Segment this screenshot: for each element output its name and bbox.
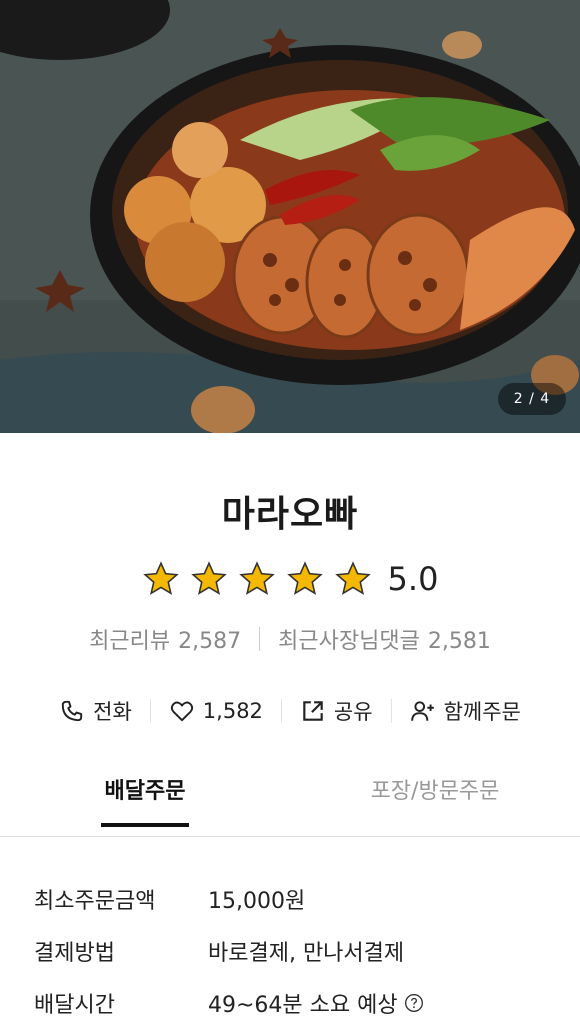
order-type-tabs: 배달주문 포장/방문주문	[0, 773, 580, 837]
tab-label: 포장/방문주문	[370, 779, 500, 804]
group-order-button[interactable]: 함께주문	[392, 696, 539, 726]
star-icon	[286, 561, 323, 595]
add-person-icon	[410, 701, 434, 721]
divider	[259, 627, 261, 651]
store-name: 마라오빠	[221, 494, 359, 535]
group-order-label: 함께주문	[443, 700, 521, 724]
share-icon	[303, 701, 323, 721]
delivery-time-value: 49~64분 소요 예상	[208, 993, 398, 1018]
help-icon[interactable]	[404, 993, 424, 1013]
store-info: 최소주문금액 15,000원 결제방법 바로결제, 만나서결제 배달시간 49~…	[0, 837, 580, 1029]
min-order-label: 최소주문금액	[34, 889, 156, 914]
tab-pickup-order[interactable]: 포장/방문주문	[290, 773, 580, 836]
tab-label: 배달주문	[100, 773, 190, 827]
recent-reviews-link[interactable]: 최근리뷰 2,587	[89, 623, 241, 655]
star-icon	[238, 561, 275, 595]
owner-replies-link[interactable]: 최근사장님댓글 2,581	[278, 623, 491, 655]
rating-score: 5.0	[387, 560, 439, 598]
min-order-value: 15,000원	[208, 889, 306, 914]
phone-icon	[61, 700, 83, 722]
star-rating	[142, 560, 372, 598]
payment-label: 결제방법	[34, 941, 115, 966]
info-row-min-order: 최소주문금액 15,000원	[34, 873, 580, 925]
share-button[interactable]: 공유	[282, 696, 391, 726]
action-bar: 전화 1,582 공유 함께주문	[0, 691, 580, 731]
owner-replies-label: 최근사장님댓글	[278, 629, 420, 654]
recent-reviews-count: 2,587	[178, 629, 242, 654]
call-button[interactable]: 전화	[41, 696, 150, 726]
owner-replies-count: 2,581	[427, 629, 491, 654]
star-icon	[190, 561, 227, 595]
share-label: 공유	[333, 700, 373, 724]
food-photo	[0, 0, 580, 433]
delivery-time-label: 배달시간	[34, 993, 115, 1018]
recent-reviews-label: 최근리뷰	[89, 629, 171, 654]
store-photo-carousel[interactable]: 2 / 4	[0, 0, 580, 433]
info-row-payment: 결제방법 바로결제, 만나서결제	[34, 925, 580, 977]
rating-row: 5.0	[0, 557, 580, 601]
review-stats: 최근리뷰 2,587 최근사장님댓글 2,581	[0, 623, 580, 655]
like-count: 1,582	[202, 699, 263, 723]
tab-delivery-order[interactable]: 배달주문	[0, 773, 290, 836]
photo-counter: 2 / 4	[498, 383, 566, 415]
payment-value: 바로결제, 만나서결제	[208, 941, 405, 966]
heart-icon	[170, 701, 193, 722]
star-icon	[142, 561, 179, 595]
star-icon	[334, 561, 371, 595]
delivery-time-value-wrap: 49~64분 소요 예상	[208, 987, 424, 1019]
like-button[interactable]: 1,582	[151, 698, 281, 724]
call-label: 전화	[93, 700, 132, 724]
info-row-delivery-time: 배달시간 49~64분 소요 예상	[34, 977, 580, 1029]
